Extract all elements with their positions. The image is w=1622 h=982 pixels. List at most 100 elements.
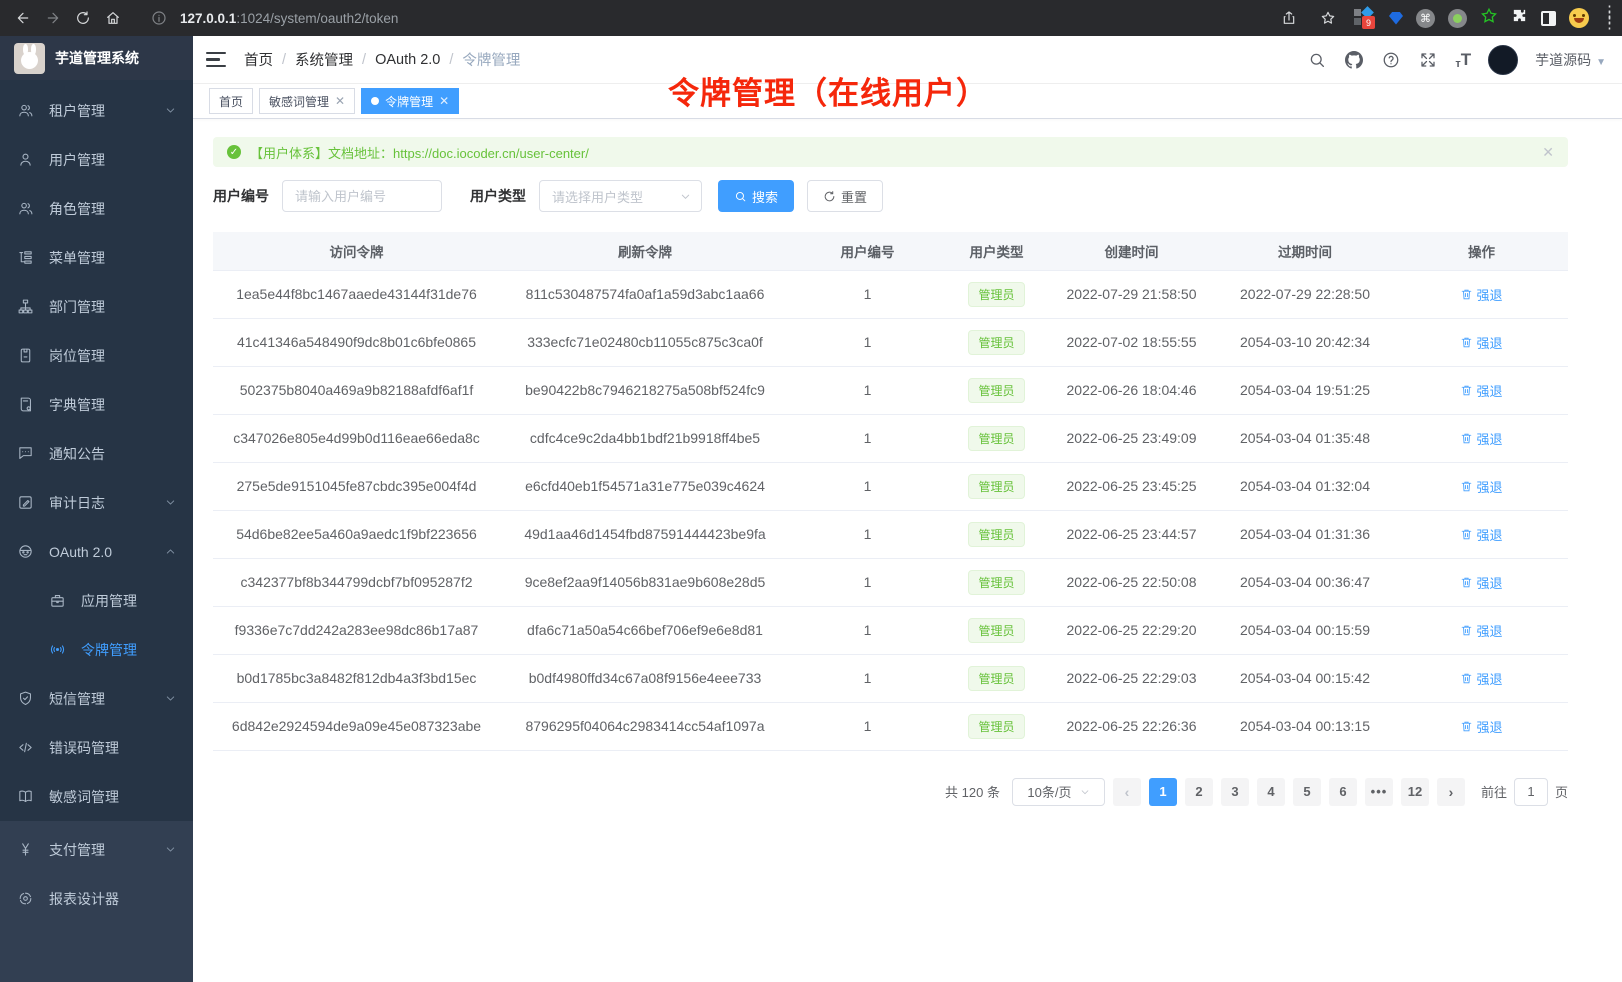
site-info-icon[interactable] <box>146 5 172 31</box>
shield-icon <box>17 690 34 707</box>
next-page-button[interactable]: › <box>1437 778 1465 806</box>
more-pages-button[interactable]: ••• <box>1365 778 1393 806</box>
prev-page-button[interactable]: ‹ <box>1113 778 1141 806</box>
bookmark-star-icon[interactable] <box>1315 5 1341 31</box>
sidebar-item-0[interactable]: 租户管理 <box>0 86 193 135</box>
breadcrumb-item-1[interactable]: 系统管理 <box>295 49 353 70</box>
code-icon <box>17 739 34 756</box>
browser-menu-icon[interactable]: ⋮⋮⋮ <box>1602 9 1608 27</box>
sidebar-item-8[interactable]: 审计日志 <box>0 478 193 527</box>
admin-tag: 管理员 <box>968 282 1024 307</box>
puzzle-extension-icon[interactable] <box>1511 7 1528 29</box>
page-button-12[interactable]: 12 <box>1401 778 1429 806</box>
fullscreen-icon[interactable] <box>1418 50 1438 70</box>
goto-page-input[interactable] <box>1514 778 1548 806</box>
signal-icon <box>49 641 66 658</box>
goto-label: 前往 <box>1481 782 1507 801</box>
sidebar-item-5[interactable]: 岗位管理 <box>0 331 193 380</box>
tab-1[interactable]: 敏感词管理✕ <box>259 88 355 114</box>
force-logout-button[interactable]: 强退 <box>1460 525 1502 544</box>
collapse-sidebar-icon[interactable] <box>206 49 228 71</box>
sidebar-item-7[interactable]: 通知公告 <box>0 429 193 478</box>
user-type-select[interactable]: 请选择用户类型 <box>539 180 702 212</box>
address-bar[interactable]: 127.0.0.1:1024/system/oauth2/token <box>146 5 1272 31</box>
tab-0[interactable]: 首页 <box>209 88 253 114</box>
refresh-token-cell: 49d1aa46d1454fbd87591444423be9fa <box>500 510 790 558</box>
trash-icon <box>1460 720 1473 733</box>
user-menu[interactable]: 芋道源码▼ <box>1535 50 1606 70</box>
force-logout-button[interactable]: 强退 <box>1460 477 1502 496</box>
force-logout-button[interactable]: 强退 <box>1460 621 1502 640</box>
logo-bar[interactable]: 芋道管理系统 <box>0 36 193 80</box>
expires-cell: 2054-03-04 01:32:04 <box>1215 462 1395 510</box>
reset-button[interactable]: 重置 <box>807 180 883 212</box>
page-button-6[interactable]: 6 <box>1329 778 1357 806</box>
command-extension-icon[interactable]: ⌘ <box>1416 9 1435 28</box>
sidebar-item-3[interactable]: 菜单管理 <box>0 233 193 282</box>
sidebar-item-1[interactable]: 用户管理 <box>0 135 193 184</box>
record-extension-icon[interactable] <box>1448 9 1467 28</box>
expires-cell: 2022-07-29 22:28:50 <box>1215 270 1395 318</box>
breadcrumb-item-0[interactable]: 首页 <box>244 49 273 70</box>
col-header-0: 访问令牌 <box>213 232 500 270</box>
page-size-select[interactable]: 10条/页 <box>1012 778 1105 806</box>
home-icon[interactable] <box>100 5 126 31</box>
sidebar-item-2[interactable]: 角色管理 <box>0 184 193 233</box>
tab-close-icon[interactable]: ✕ <box>439 94 449 108</box>
success-check-icon: ✓ <box>227 145 241 159</box>
extension-stack-icon[interactable]: 9 <box>1354 8 1376 28</box>
sidebar-item-13[interactable]: 错误码管理 <box>0 723 193 772</box>
help-icon[interactable] <box>1381 50 1401 70</box>
created-cell: 2022-06-25 23:44:57 <box>1048 510 1215 558</box>
tab-2[interactable]: 令牌管理✕ <box>361 88 459 114</box>
sidebar-item-label: 用户管理 <box>49 150 176 170</box>
sidebar-item-label: 租户管理 <box>49 101 150 121</box>
sidebar-item-11[interactable]: 令牌管理 <box>0 625 193 674</box>
gem-extension-icon[interactable] <box>1389 12 1403 25</box>
search-button[interactable]: 搜索 <box>718 180 794 212</box>
force-logout-button[interactable]: 强退 <box>1460 717 1502 736</box>
pagination: 共 120 条 10条/页 ‹ 123456•••12 › 前往 页 <box>213 778 1568 806</box>
page-button-4[interactable]: 4 <box>1257 778 1285 806</box>
doc-link[interactable]: https://doc.iocoder.cn/user-center/ <box>393 146 589 161</box>
tab-close-icon[interactable]: ✕ <box>335 94 345 108</box>
sidebar-item-6[interactable]: 字典管理 <box>0 380 193 429</box>
share-icon[interactable] <box>1276 5 1302 31</box>
github-icon[interactable] <box>1344 50 1364 70</box>
sidebar-item-10[interactable]: 应用管理 <box>0 576 193 625</box>
search-icon[interactable] <box>1307 50 1327 70</box>
breadcrumb-item-2[interactable]: OAuth 2.0 <box>375 52 440 68</box>
logo-rabbit-avatar <box>14 43 45 74</box>
action-cell: 强退 <box>1395 366 1568 414</box>
force-logout-button[interactable]: 强退 <box>1460 429 1502 448</box>
force-logout-button[interactable]: 强退 <box>1460 381 1502 400</box>
force-logout-button[interactable]: 强退 <box>1460 669 1502 688</box>
page-button-3[interactable]: 3 <box>1221 778 1249 806</box>
green-star-extension-icon[interactable] <box>1480 7 1498 30</box>
reload-icon[interactable] <box>70 5 96 31</box>
back-icon[interactable] <box>10 5 36 31</box>
user-avatar[interactable] <box>1488 45 1518 75</box>
sidebar-item-15[interactable]: 支付管理 <box>0 825 193 874</box>
access-token-cell: 54d6be82ee5a460a9aedc1f9bf223656 <box>213 510 500 558</box>
alert-close-icon[interactable]: ✕ <box>1542 144 1554 161</box>
user-type-placeholder: 请选择用户类型 <box>552 187 643 206</box>
user-id-input[interactable] <box>282 180 442 212</box>
sidebar-item-16[interactable]: 报表设计器 <box>0 874 193 923</box>
sidebar-toggle-icon[interactable] <box>1541 11 1556 26</box>
sidebar-menu-bottom: 支付管理报表设计器 <box>0 821 193 982</box>
sidebar-item-4[interactable]: 部门管理 <box>0 282 193 331</box>
sidebar-item-12[interactable]: 短信管理 <box>0 674 193 723</box>
page-button-1[interactable]: 1 <box>1149 778 1177 806</box>
page-button-5[interactable]: 5 <box>1293 778 1321 806</box>
sidebar-item-9[interactable]: OAuth 2.0 <box>0 527 193 576</box>
page-button-2[interactable]: 2 <box>1185 778 1213 806</box>
force-logout-button[interactable]: 强退 <box>1460 285 1502 304</box>
sidebar-item-14[interactable]: 敏感词管理 <box>0 772 193 821</box>
action-cell: 强退 <box>1395 318 1568 366</box>
emoji-profile-icon[interactable] <box>1569 8 1589 28</box>
font-size-icon[interactable]: тT <box>1455 50 1471 70</box>
force-logout-button[interactable]: 强退 <box>1460 573 1502 592</box>
forward-icon[interactable] <box>40 5 66 31</box>
force-logout-button[interactable]: 强退 <box>1460 333 1502 352</box>
